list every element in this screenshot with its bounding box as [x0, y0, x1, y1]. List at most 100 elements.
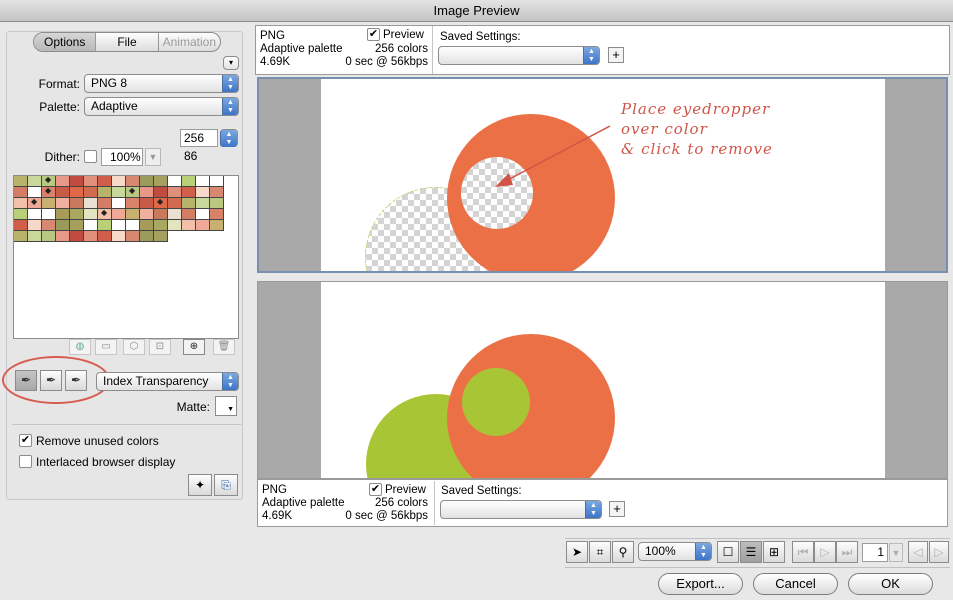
four-up-view-icon[interactable]: ⊞: [763, 541, 785, 563]
palette-swatch[interactable]: [14, 187, 28, 198]
magic-wand-icon[interactable]: ✦: [188, 474, 212, 496]
palette-swatch[interactable]: [182, 187, 196, 198]
palette-swatch[interactable]: [210, 176, 224, 187]
top-add-setting-button[interactable]: +: [608, 47, 624, 63]
palette-swatch[interactable]: [182, 220, 196, 231]
palette-swatch[interactable]: [98, 187, 112, 198]
palette-swatch[interactable]: [210, 209, 224, 220]
palette-swatch[interactable]: [154, 209, 168, 220]
first-frame-icon[interactable]: ⏮: [792, 541, 814, 563]
cancel-button[interactable]: Cancel: [753, 573, 838, 595]
palette-swatch[interactable]: [56, 198, 70, 209]
zoom-select[interactable]: 100% ▲ ▼: [638, 542, 712, 561]
palette-swatch[interactable]: [42, 231, 56, 242]
palette-swatch[interactable]: [154, 176, 168, 187]
add-transparency-eyedropper-icon[interactable]: ✒: [40, 370, 62, 391]
palette-swatch[interactable]: [14, 176, 28, 187]
palette-swatch[interactable]: [70, 198, 84, 209]
palette-swatch[interactable]: [210, 187, 224, 198]
frame-field[interactable]: 1: [862, 543, 888, 562]
palette-swatch[interactable]: [140, 231, 154, 242]
bottom-add-setting-button[interactable]: +: [609, 501, 625, 517]
palette-swatch[interactable]: [98, 208, 112, 220]
next-frame-icon[interactable]: ▷: [929, 541, 949, 563]
palette-swatch[interactable]: [98, 231, 112, 242]
dither-slider-arrow-icon[interactable]: ▼: [145, 148, 161, 166]
palette-swatch[interactable]: [126, 231, 140, 242]
top-preview-checkbox[interactable]: ✔: [367, 28, 380, 41]
palette-swatch[interactable]: [168, 209, 182, 220]
palette-swatch[interactable]: [140, 198, 154, 209]
palette-swatch[interactable]: [154, 197, 168, 209]
tab-animation[interactable]: Animation: [159, 33, 220, 51]
palette-swatch[interactable]: [112, 209, 126, 220]
remove-unused-checkbox[interactable]: ✔: [19, 434, 32, 447]
two-up-view-icon[interactable]: ☰: [740, 541, 762, 563]
top-preview-image[interactable]: Place eyedropper over color & click to r…: [257, 77, 948, 273]
single-view-icon[interactable]: ☐: [717, 541, 739, 563]
export-settings-icon[interactable]: ⎘: [214, 474, 238, 496]
color-wheel-icon[interactable]: ◍: [69, 339, 91, 355]
palette-swatch[interactable]: [14, 231, 28, 242]
palette-swatch[interactable]: [126, 209, 140, 220]
palette-swatch[interactable]: [112, 198, 126, 209]
palette-swatch[interactable]: [70, 187, 84, 198]
palette-swatch[interactable]: [70, 209, 84, 220]
palette-swatch[interactable]: [168, 198, 182, 209]
palette-swatch[interactable]: [56, 220, 70, 231]
palette-swatch[interactable]: [168, 220, 182, 231]
palette-swatch[interactable]: [56, 231, 70, 242]
palette-swatch[interactable]: [196, 198, 210, 209]
lock-color-icon[interactable]: ⊡: [149, 339, 171, 355]
format-select[interactable]: PNG 8 ▲ ▼: [84, 74, 239, 93]
palette-swatch[interactable]: [84, 187, 98, 198]
palette-swatch[interactable]: [70, 231, 84, 242]
bottom-preview-image[interactable]: [257, 281, 948, 479]
palette-swatch[interactable]: [112, 231, 126, 242]
palette-swatch[interactable]: [196, 187, 210, 198]
pointer-tool-icon[interactable]: ➤: [566, 541, 588, 563]
interlaced-checkbox[interactable]: [19, 455, 32, 468]
palette-swatch[interactable]: [154, 231, 168, 242]
frame-dropdown-icon[interactable]: ▼: [889, 543, 903, 562]
palette-swatch[interactable]: [126, 198, 140, 209]
matte-color-button[interactable]: ▼: [215, 396, 237, 416]
palette-swatch[interactable]: [182, 209, 196, 220]
palette-swatch[interactable]: [98, 176, 112, 187]
web-snap-icon[interactable]: ⬡: [123, 339, 145, 355]
panel-menu-button[interactable]: ▾: [223, 56, 239, 70]
last-frame-icon[interactable]: ⏭: [836, 541, 858, 563]
palette-swatch[interactable]: [28, 220, 42, 231]
palette-swatch[interactable]: [140, 187, 154, 198]
palette-swatch[interactable]: [140, 209, 154, 220]
palette-swatch[interactable]: [210, 220, 224, 231]
palette-swatch[interactable]: [112, 187, 126, 198]
palette-swatch[interactable]: [70, 176, 84, 187]
tab-file[interactable]: File: [96, 33, 159, 51]
palette-swatch[interactable]: [42, 186, 56, 198]
palette-swatch[interactable]: [140, 220, 154, 231]
palette-swatch[interactable]: [126, 220, 140, 231]
palette-swatch[interactable]: [28, 176, 42, 187]
palette-swatch[interactable]: [154, 220, 168, 231]
dither-amount-field[interactable]: 100%: [101, 148, 143, 166]
palette-swatch[interactable]: [196, 209, 210, 220]
palette-swatch[interactable]: [42, 198, 56, 209]
transparency-select[interactable]: Index Transparency ▲ ▼: [96, 372, 239, 391]
select-transparency-eyedropper-icon[interactable]: ✒: [15, 370, 37, 391]
map-transparent-icon[interactable]: ▭: [95, 339, 117, 355]
palette-swatch[interactable]: [14, 220, 28, 231]
palette-swatch[interactable]: [56, 209, 70, 220]
palette-swatch[interactable]: [168, 187, 182, 198]
palette-swatch[interactable]: [112, 176, 126, 187]
palette-swatch[interactable]: [14, 209, 28, 220]
palette-swatch[interactable]: [140, 176, 154, 187]
palette-swatch[interactable]: [56, 176, 70, 187]
palette-swatch[interactable]: [42, 220, 56, 231]
export-button[interactable]: Export...: [658, 573, 743, 595]
palette-swatch[interactable]: [182, 176, 196, 187]
add-color-icon[interactable]: ⊕: [183, 339, 205, 355]
palette-swatch[interactable]: [196, 176, 210, 187]
top-saved-settings-select[interactable]: ▲ ▼: [438, 46, 600, 65]
palette-swatch[interactable]: [210, 198, 224, 209]
